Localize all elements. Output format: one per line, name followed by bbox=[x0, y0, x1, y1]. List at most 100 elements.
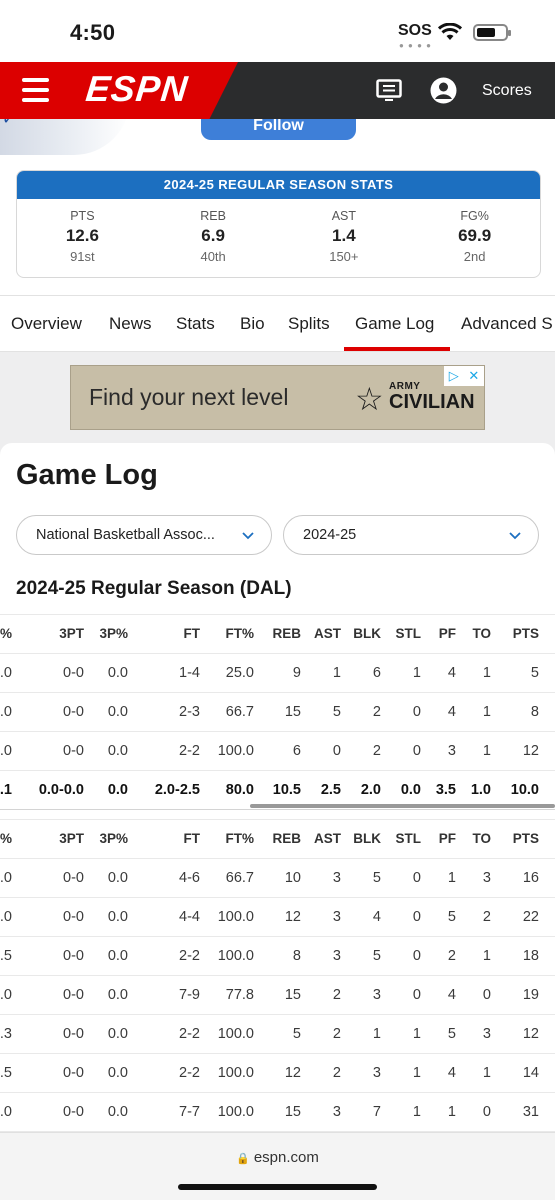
game-log-title: Game Log bbox=[16, 459, 158, 491]
table-cell-col-fg-pct: .0 bbox=[0, 665, 12, 681]
browser-address-bar[interactable]: 🔒 espn.com bbox=[0, 1132, 555, 1200]
table-cell-col-reb: REB bbox=[272, 831, 301, 846]
table-cell-col-blk: 1 bbox=[372, 1026, 381, 1042]
table-cell-col-pts: 19 bbox=[522, 987, 539, 1003]
table-cell-col-ft: FT bbox=[183, 626, 201, 641]
table-row[interactable]: .0 0-0 0.0 2-3 66.7 15 5 2 0 4 1 8 bbox=[0, 693, 555, 732]
table-cell-col-ft: 2.0-2.5 bbox=[154, 782, 200, 798]
chevron-down-icon bbox=[509, 532, 521, 540]
table-cell-col-fg-pct: 0.0 bbox=[0, 1104, 12, 1120]
table-cell-col-3p-pct: 0.0 bbox=[107, 987, 128, 1003]
table-cell-col-fg-pct: 0.0 bbox=[0, 987, 12, 1003]
table-cell-col-ft: 4-4 bbox=[179, 909, 200, 925]
table-row[interactable]: 5.0 0-0 0.0 4-6 66.7 10 3 5 0 1 3 16 bbox=[0, 859, 555, 898]
table-cell-col-to: 1 bbox=[482, 665, 491, 681]
table-cell-col-ft: 2-2 bbox=[179, 1026, 200, 1042]
table-cell-col-3p-pct: 0.0 bbox=[107, 1065, 128, 1081]
table-cell-col-ast: 2.5 bbox=[320, 782, 341, 798]
tab-splits[interactable]: Splits bbox=[288, 314, 330, 334]
tab-advanced-stats[interactable]: Advanced S bbox=[461, 314, 553, 334]
table-cell-col-ft-pct: 100.0 bbox=[217, 1065, 254, 1081]
table-cell-col-pts: 5 bbox=[530, 665, 539, 681]
table-cell-col-pf: 4 bbox=[447, 665, 456, 681]
advertisement-banner[interactable]: Find your next level ☆ ARMY CIVILIAN ▷ ✕ bbox=[70, 365, 485, 430]
table-cell-col-stl: 1 bbox=[412, 665, 421, 681]
season-dropdown[interactable]: 2024-25 bbox=[283, 515, 539, 555]
menu-icon[interactable] bbox=[22, 78, 49, 102]
player-profile-header: ✓ Follow bbox=[0, 119, 555, 155]
table-row[interactable]: 0.0 0-0 0.0 7-9 77.8 15 2 3 0 4 0 19 bbox=[0, 976, 555, 1015]
table-row[interactable]: 0.00-00.04-4100.0123405222 bbox=[0, 898, 555, 937]
table-cell-col-ft-pct: 66.7 bbox=[225, 704, 254, 720]
table-cell-col-fg-pct: 3.3 bbox=[0, 1026, 12, 1042]
table-cell-col-reb: 5 bbox=[292, 1026, 301, 1042]
table-cell-col-blk: 2 bbox=[372, 743, 381, 759]
scores-link[interactable]: Scores bbox=[482, 82, 532, 100]
tab-stats[interactable]: Stats bbox=[176, 314, 215, 334]
espn-logo[interactable]: ESPN bbox=[84, 68, 190, 110]
table-cell-col-reb: 8 bbox=[292, 948, 301, 964]
ad-choices-close-icon[interactable]: ▷ ✕ bbox=[444, 366, 484, 386]
table-cell-col-3p-pct: 3P% bbox=[99, 626, 128, 641]
table-cell-col-ft: 7-9 bbox=[179, 987, 200, 1003]
table-cell-col-blk: BLK bbox=[353, 831, 381, 846]
table-cell-col-to: 1 bbox=[482, 1065, 491, 1081]
follow-button[interactable]: Follow bbox=[201, 119, 356, 140]
url-display[interactable]: 🔒 espn.com bbox=[0, 1149, 555, 1166]
table-cell-col-3pt: 0-0 bbox=[63, 704, 84, 720]
tab-news[interactable]: News bbox=[109, 314, 152, 334]
table-cell-col-to: 3 bbox=[482, 870, 491, 886]
game-log-table-1[interactable]: % 3PT 3P% FT FT% REB AST BLK STL PF TO PTS .0 0-0 0.0… bbox=[0, 614, 555, 810]
table-row[interactable]: .0 0-0 0.0 1-4 25.0 9 1 6 1 4 1 5 bbox=[0, 654, 555, 693]
table-cell-col-3pt: 3PT bbox=[59, 626, 84, 641]
table-cell-col-pf: 3 bbox=[447, 743, 456, 759]
table-cell-col-3p-pct: 0.0 bbox=[107, 704, 128, 720]
stat-label: REB bbox=[200, 209, 226, 223]
table-row[interactable]: 4.50-00.02-2100.0122314114 bbox=[0, 1054, 555, 1093]
table-cell-col-3pt: 0.0-0.0 bbox=[38, 782, 84, 798]
table-cell-col-ft-pct: 100.0 bbox=[217, 743, 254, 759]
table-cell-col-ft: 2-3 bbox=[179, 704, 200, 720]
tab-game-log[interactable]: Game Log bbox=[355, 314, 434, 334]
user-account-icon[interactable] bbox=[430, 77, 457, 104]
table-cell-col-reb: 12 bbox=[284, 909, 301, 925]
season-section-title: 2024-25 Regular Season (DAL) bbox=[16, 578, 292, 599]
league-dropdown[interactable]: National Basketball Assoc... bbox=[16, 515, 272, 555]
tab-overview[interactable]: Overview bbox=[11, 314, 82, 334]
table-cell-col-fg-pct: 1.5 bbox=[0, 948, 12, 964]
status-bar: 4:50 SOS ● ● ● ● bbox=[0, 0, 555, 62]
table-cell-col-fg-pct: G% bbox=[0, 831, 12, 846]
stat-value: 1.4 bbox=[332, 226, 356, 245]
table-cell-col-reb: 10.5 bbox=[272, 782, 301, 798]
table-cell-col-3pt: 0-0 bbox=[63, 987, 84, 1003]
game-log-card: Game Log National Basketball Assoc... 20… bbox=[0, 443, 555, 1200]
table-row[interactable]: 3.3 0-0 0.0 2-2 100.0 5 2 1 1 5 3 12 bbox=[0, 1015, 555, 1054]
url-text: espn.com bbox=[253, 1149, 319, 1166]
stat-pts: PTS 12.6 91st bbox=[17, 209, 148, 264]
table-cell-col-ast: 3 bbox=[332, 870, 341, 886]
player-nav-tabs: Overview News Stats Bio Splits Game Log … bbox=[0, 295, 555, 352]
game-log-table-2[interactable]: G%3PT3P%FTFT%REBASTBLKSTLPFTOPTS 5.00-00… bbox=[0, 819, 555, 1139]
table-header-row: G% 3PT 3P% FT FT% REB AST BLK STL PF TO PTS bbox=[0, 820, 555, 859]
table-row[interactable]: .0 0-0 0.0 2-2 100.0 6 0 2 0 3 1 12 bbox=[0, 732, 555, 771]
table-row[interactable]: 0.00-00.07-7100.0153711031 bbox=[0, 1093, 555, 1132]
table-cell-col-pf: 4 bbox=[447, 987, 456, 1003]
army-star-icon: ☆ bbox=[355, 381, 384, 417]
table-cell-col-blk: 5 bbox=[372, 870, 381, 886]
news-feed-icon[interactable] bbox=[376, 79, 402, 101]
table-row[interactable]: 1.5 0-0 0.0 2-2 100.0 8 3 5 0 2 1 18 bbox=[0, 937, 555, 976]
table-cell-col-blk: BLK bbox=[353, 626, 381, 641]
signal-dots-icon: ● ● ● ● bbox=[399, 41, 432, 50]
table-horizontal-scrollbar[interactable] bbox=[250, 804, 555, 808]
table-cell-col-ft-pct: 100.0 bbox=[217, 1026, 254, 1042]
table-cell-col-3p-pct: 0.0 bbox=[107, 909, 128, 925]
stat-value: 6.9 bbox=[201, 226, 225, 245]
table-cell-col-ft: 2-2 bbox=[179, 1065, 200, 1081]
home-indicator[interactable] bbox=[178, 1184, 377, 1190]
table-cell-col-pts: 12 bbox=[522, 743, 539, 759]
table-cell-col-ft-pct: FT% bbox=[225, 626, 255, 641]
table-cell-col-stl: 0 bbox=[412, 870, 421, 886]
tab-bio[interactable]: Bio bbox=[240, 314, 265, 334]
nike-swoosh-icon: ✓ bbox=[2, 119, 16, 128]
stat-label: AST bbox=[331, 209, 357, 223]
